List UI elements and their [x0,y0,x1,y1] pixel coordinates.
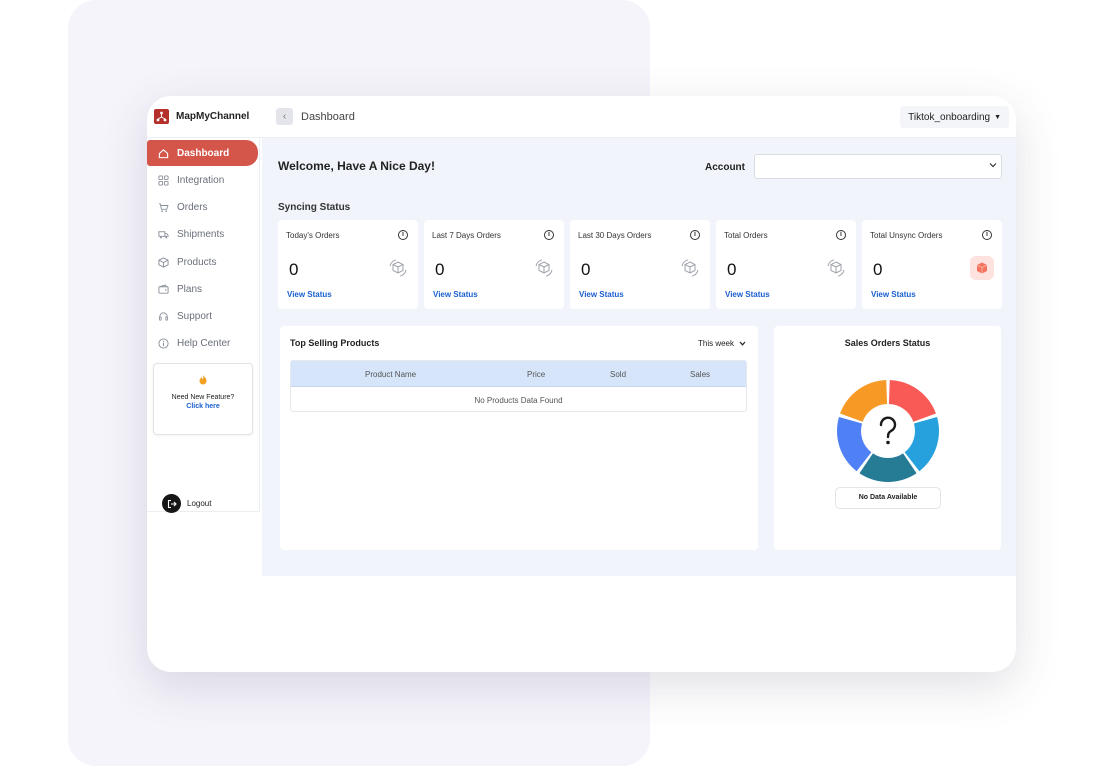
sidebar-item-label: Plans [177,283,203,295]
welcome-heading: Welcome, Have A Nice Day! [278,159,435,173]
sidebar-item-products[interactable]: Products [147,249,258,275]
chevron-down-icon [989,162,997,170]
panel-title: Sales Orders Status [844,338,931,348]
flame-icon [154,374,252,388]
wallet-icon [157,283,169,295]
info-icon[interactable]: i [982,230,992,240]
stat-card-value: 0 [435,260,445,279]
view-status-link[interactable]: View Status [579,290,624,299]
main-content: Welcome, Have A Nice Day! Account Syncin… [262,138,1016,576]
sidebar-item-label: Dashboard [177,147,230,159]
sync-box-icon [824,256,848,280]
unsync-box-icon [970,256,994,280]
headset-icon [157,310,169,322]
syncing-status-title: Syncing Status [278,202,351,213]
feature-title: Need New Feature? [171,394,235,401]
stat-card-todays-orders: Today's Orders i 0 View Status [278,220,418,309]
collapse-sidebar-button[interactable]: ‹ [276,108,293,125]
caret-down-icon: ▼ [994,113,1001,121]
sync-box-icon [386,256,410,280]
donut-center [864,407,912,455]
chevron-down-icon [739,339,746,348]
feature-link[interactable]: Click here [154,403,252,410]
stat-card-total-unsync-orders: Total Unsync Orders i 0 View Status [862,220,1002,309]
column-header: Price [527,370,546,379]
account-select[interactable] [754,154,1002,179]
cart-icon [157,201,169,213]
status-donut [837,380,939,482]
info-icon[interactable]: i [690,230,700,240]
stat-card-value: 0 [727,260,737,279]
logout-icon [162,494,181,513]
stat-card-title: Last 30 Days Orders [578,231,652,240]
new-feature-card: Need New Feature? Click here [153,363,253,435]
table-header: Product Name Price Sold Sales [291,361,746,387]
stat-card-title: Last 7 Days Orders [432,231,501,240]
truck-icon [157,228,169,240]
sidebar-item-help-center[interactable]: Help Center [147,330,258,356]
info-icon[interactable]: i [544,230,554,240]
sidebar-item-plans[interactable]: Plans [147,276,258,302]
sidebar-item-label: Orders [177,201,208,213]
period-dropdown[interactable]: This week [698,339,746,348]
stat-card-title: Today's Orders [286,231,340,240]
no-data-badge: No Data Available [835,487,941,509]
stat-card-title: Total Unsync Orders [870,231,943,240]
sidebar-item-label: Products [177,256,217,268]
products-table: Product Name Price Sold Sales No Product… [290,360,747,412]
view-status-link[interactable]: View Status [871,290,916,299]
account-dropdown[interactable]: Tiktok_onboarding ▼ [900,106,1009,128]
logout-label: Logout [187,499,212,508]
sidebar-item-label: Support [177,310,213,322]
stat-card-value: 0 [289,260,299,279]
sidebar: Dashboard Integration Orders Shipments P… [147,138,260,513]
stat-card-value: 0 [873,260,883,279]
stat-card-total-orders: Total Orders i 0 View Status [716,220,856,309]
sidebar-item-dashboard[interactable]: Dashboard [147,140,258,166]
stat-card-title: Total Orders [724,231,768,240]
info-icon [157,337,169,349]
chevron-left-icon: ‹ [282,111,287,122]
top-bar: MapMyChannel ‹ Dashboard Tiktok_onboardi… [147,96,1016,138]
view-status-link[interactable]: View Status [287,290,332,299]
column-header: Product Name [365,370,417,379]
grid-icon [157,174,169,186]
sync-box-icon [532,256,556,280]
top-selling-products-panel: Top Selling Products This week Product N… [280,326,758,550]
sidebar-item-shipments[interactable]: Shipments [147,221,258,247]
logo-icon [154,109,169,124]
stat-card-value: 0 [581,260,591,279]
donut-segment [859,453,917,482]
breadcrumb: Dashboard [301,111,355,123]
stat-card-last-30-days-orders: Last 30 Days Orders i 0 View Status [570,220,710,309]
info-icon[interactable]: i [398,230,408,240]
sidebar-item-label: Shipments [177,228,225,240]
panel-title: Top Selling Products [290,338,380,348]
column-header: Sold [610,370,627,379]
view-status-link[interactable]: View Status [433,290,478,299]
stat-card-last-7-days-orders: Last 7 Days Orders i 0 View Status [424,220,564,309]
empty-state-text: No Products Data Found [474,396,563,405]
sync-box-icon [678,256,702,280]
info-icon[interactable]: i [836,230,846,240]
app-window: MapMyChannel ‹ Dashboard Tiktok_onboardi… [147,96,1016,672]
account-dropdown-label: Tiktok_onboarding [908,111,991,123]
sidebar-item-integration[interactable]: Integration [147,167,258,193]
period-dropdown-label: This week [697,339,734,348]
sales-orders-status-panel: Sales Orders Status No Data Available [774,326,1001,550]
sidebar-item-label: Integration [177,174,225,186]
brand-name: MapMyChannel [176,111,250,122]
column-header: Sales [690,370,711,379]
view-status-link[interactable]: View Status [725,290,770,299]
home-icon [157,147,169,159]
box-icon [157,256,169,268]
sidebar-item-orders[interactable]: Orders [147,194,258,220]
sidebar-item-label: Help Center [177,337,231,349]
sidebar-item-support[interactable]: Support [147,303,258,329]
account-label: Account [705,162,745,173]
logout-button[interactable]: Logout [162,494,211,513]
